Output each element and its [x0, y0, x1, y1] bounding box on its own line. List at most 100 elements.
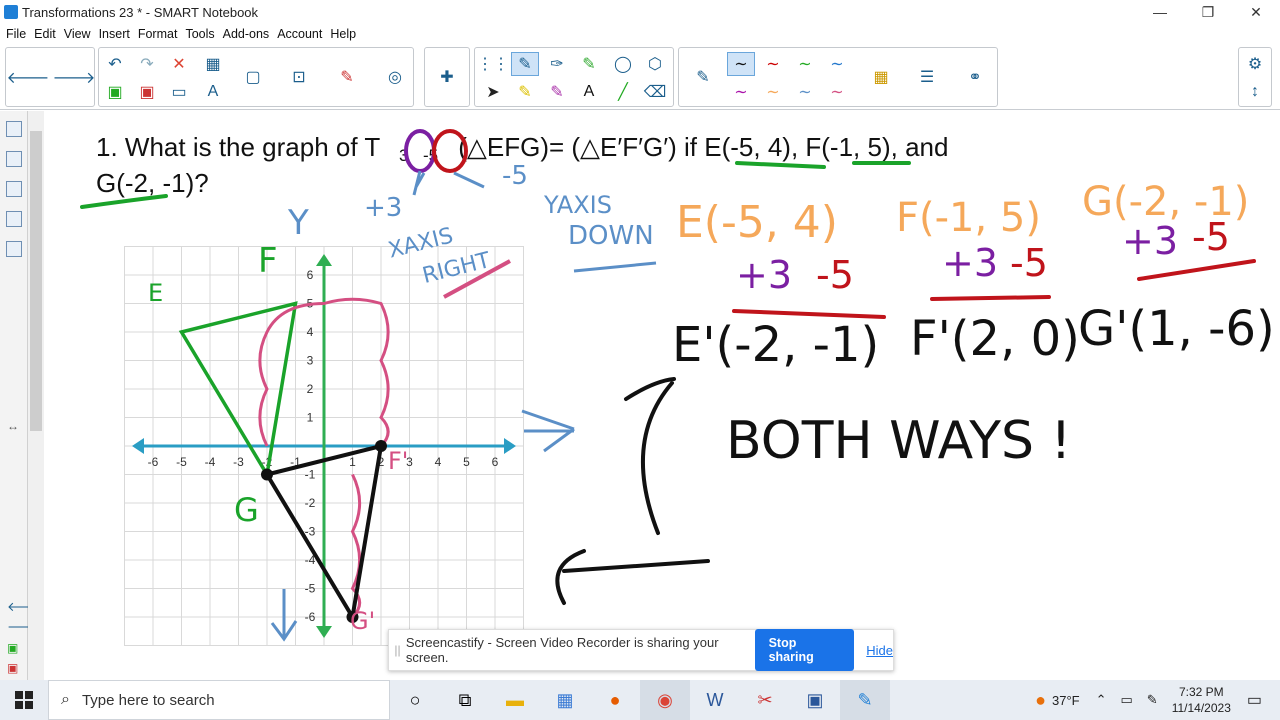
menu-insert[interactable]: Insert: [99, 27, 130, 41]
clock[interactable]: 7:32 PM 11/14/2023: [1172, 684, 1231, 716]
menu-add-ons[interactable]: Add-ons: [223, 27, 270, 41]
pen-pink-swatch[interactable]: ∼: [823, 80, 851, 104]
pen-lightblue-swatch[interactable]: ∼: [791, 80, 819, 104]
eraser-icon[interactable]: ⌫: [641, 80, 669, 104]
menu-file[interactable]: File: [6, 27, 26, 41]
ink-down: DOWN: [568, 221, 654, 251]
snip-icon[interactable]: ✂: [740, 680, 790, 720]
menu-account[interactable]: Account: [277, 27, 322, 41]
maximize-button[interactable]: ❐: [1184, 0, 1232, 24]
taskbar-search-input[interactable]: ⌕ Type here to search: [48, 680, 390, 720]
file-explorer-icon[interactable]: ▬: [490, 680, 540, 720]
task-view-icon[interactable]: ⧉: [440, 680, 490, 720]
smart-notebook-taskbar-icon[interactable]: ✎: [840, 680, 890, 720]
attachments-icon[interactable]: [6, 181, 22, 197]
page-sorter-icon[interactable]: [6, 121, 22, 137]
next-page-icon[interactable]: 🡒: [53, 65, 96, 89]
stop-sharing-button[interactable]: Stop sharing: [754, 629, 855, 671]
move-toolbar-icon[interactable]: ↕: [1241, 80, 1269, 104]
gear-icon[interactable]: ⚙: [1241, 52, 1269, 76]
chrome-icon[interactable]: ◉: [640, 680, 690, 720]
menu-tools[interactable]: Tools: [185, 27, 214, 41]
menu-format[interactable]: Format: [138, 27, 178, 41]
screen-share-bar: || Screencastify - Screen Video Recorder…: [388, 629, 894, 671]
ink-f-line: [930, 295, 1051, 301]
vertical-scrollbar[interactable]: [28, 111, 44, 680]
camera-icon[interactable]: ◎: [381, 65, 409, 89]
text-tool-icon[interactable]: A: [199, 80, 227, 104]
line-style-icon[interactable]: ☰: [913, 65, 941, 89]
whiteboard-canvas[interactable]: 1. What is the graph of T 3 -5 (△EFG)= (…: [44, 111, 1280, 680]
pen-blue-swatch[interactable]: ∼: [823, 52, 851, 76]
transparency-icon[interactable]: ⚭: [961, 65, 989, 89]
addons-panel-icon[interactable]: [6, 241, 22, 257]
chevron-up-icon[interactable]: ⌃: [1096, 692, 1107, 708]
text-icon[interactable]: A: [575, 80, 603, 104]
puzzle-icon[interactable]: ✚: [433, 65, 461, 89]
word-icon[interactable]: W: [690, 680, 740, 720]
drag-handle-icon[interactable]: ||: [389, 643, 406, 657]
ink-label-g-prime: G': [350, 607, 376, 635]
select-arrow-icon[interactable]: ➤: [479, 80, 507, 104]
pen-orange-swatch[interactable]: ∼: [759, 80, 787, 104]
smart-app-icon[interactable]: ▣: [790, 680, 840, 720]
side-delete-page-icon[interactable]: ▣: [7, 661, 18, 675]
cortana-icon[interactable]: ○: [390, 680, 440, 720]
settings-group: ⚙ ↕: [1238, 47, 1272, 107]
marker-icon[interactable]: ✎: [575, 52, 603, 76]
windows-start-icon[interactable]: [0, 680, 48, 720]
minimize-button[interactable]: —: [1136, 0, 1184, 24]
pen-settings-icon[interactable]: ✎: [689, 65, 717, 89]
properties-icon[interactable]: [6, 211, 22, 227]
delete-icon[interactable]: ✕: [165, 52, 193, 76]
magic-pen-icon[interactable]: ✎: [543, 80, 571, 104]
screen-capture-icon[interactable]: ▢: [239, 65, 267, 89]
ink-e-plus3: +3: [736, 253, 793, 297]
expand-panel-icon[interactable]: ↔: [7, 419, 19, 433]
ink-g-prime: G'(1, -6): [1078, 301, 1275, 357]
firefox-icon[interactable]: ●: [590, 680, 640, 720]
ink-minus5: -5: [502, 161, 528, 191]
delete-page-icon[interactable]: ▣: [133, 80, 161, 104]
battery-icon[interactable]: ▭: [1121, 692, 1133, 708]
hide-link[interactable]: Hide: [866, 643, 893, 658]
color-palette-icon[interactable]: ▦: [867, 65, 895, 89]
previous-page-icon[interactable]: 🡐: [7, 65, 50, 89]
select-tools-icon[interactable]: ⋮⋮: [477, 52, 509, 76]
ink-f-prime: F'(2, 0): [910, 311, 1080, 367]
line-icon[interactable]: ╱: [609, 80, 637, 104]
menu-edit[interactable]: Edit: [34, 27, 56, 41]
pen-black-swatch[interactable]: ∼: [727, 52, 755, 76]
pen-icon[interactable]: ✎: [511, 52, 539, 76]
pen-purple-swatch[interactable]: ∼: [727, 80, 755, 104]
highlighter-icon[interactable]: ✎: [511, 80, 539, 104]
ink-down-underline: [573, 261, 657, 273]
pen-green-swatch[interactable]: ∼: [791, 52, 819, 76]
shapes-icon[interactable]: ◯: [609, 52, 637, 76]
clock-time: 7:32 PM: [1178, 685, 1224, 699]
pen-tray-icon[interactable]: ✎: [333, 65, 361, 89]
pen-red-swatch[interactable]: ∼: [759, 52, 787, 76]
redo-icon[interactable]: ↷: [133, 52, 161, 76]
add-page-icon[interactable]: ▣: [101, 80, 129, 104]
pen-workspace-icon[interactable]: ✎: [1147, 692, 1158, 708]
calligraphic-pen-icon[interactable]: ✑: [543, 52, 571, 76]
ink-blue-arrow-right: [521, 409, 575, 453]
menu-view[interactable]: View: [64, 27, 91, 41]
screen-shade-icon[interactable]: ▭: [165, 80, 193, 104]
menu-help[interactable]: Help: [330, 27, 356, 41]
scrollbar-thumb[interactable]: [30, 131, 42, 431]
calculator-icon[interactable]: ▦: [540, 680, 590, 720]
close-button[interactable]: ✕: [1232, 0, 1280, 24]
fill-icon[interactable]: ⬡: [641, 52, 669, 76]
ink-e-prime: E'(-2, -1): [672, 317, 880, 373]
table-icon[interactable]: ▦: [199, 52, 227, 76]
weather-temp[interactable]: 37°F: [1052, 693, 1080, 708]
display-icon[interactable]: ⊡: [285, 65, 313, 89]
title-bar: Transformations 23 * - SMART Notebook — …: [0, 0, 1280, 24]
ink-label-y: Y: [288, 203, 309, 243]
undo-icon[interactable]: ↶: [101, 52, 129, 76]
notification-icon[interactable]: ▭: [1247, 690, 1262, 710]
gallery-icon[interactable]: [6, 151, 22, 167]
side-add-page-icon[interactable]: ▣: [7, 641, 18, 655]
